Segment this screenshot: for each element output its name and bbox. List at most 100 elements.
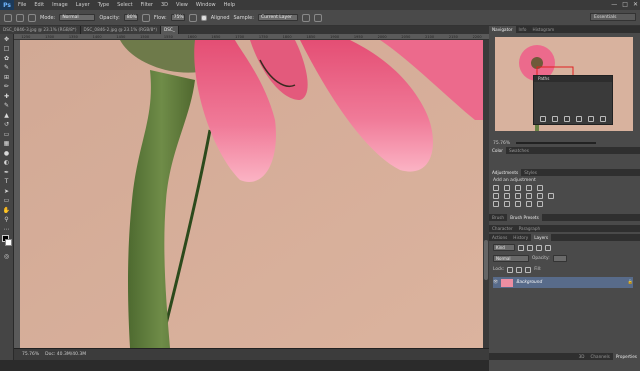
pressure-opacity-icon[interactable]: [141, 13, 150, 22]
blend-mode-select[interactable]: Normal: [493, 255, 529, 262]
doc-tab-1[interactable]: DSC_0846-3.jpg @ 23.1% (RGB/8*): [0, 26, 81, 34]
tab-brush[interactable]: Brush: [489, 214, 507, 221]
quick-select-tool-icon[interactable]: ✎: [3, 64, 11, 72]
tab-paragraph[interactable]: Paragraph: [516, 225, 543, 232]
curves-icon[interactable]: [515, 185, 521, 191]
tab-color[interactable]: Color: [489, 147, 506, 154]
tab-brush-presets[interactable]: Brush Presets: [507, 214, 542, 221]
menu-filter[interactable]: Filter: [137, 2, 157, 8]
posterize-icon[interactable]: [504, 201, 510, 207]
layer-name[interactable]: Background: [516, 280, 542, 285]
hue-saturation-icon[interactable]: [493, 193, 499, 199]
pressure-size-icon[interactable]: [313, 13, 322, 22]
channel-mixer-icon[interactable]: [537, 193, 543, 199]
crop-tool-icon[interactable]: ⊞: [3, 73, 11, 81]
blur-tool-icon[interactable]: ●: [3, 149, 11, 157]
photo-filter-icon[interactable]: [526, 193, 532, 199]
fill-path-icon[interactable]: [540, 116, 546, 122]
zoom-level[interactable]: 75.76%: [22, 352, 39, 357]
levels-icon[interactable]: [504, 185, 510, 191]
menu-window[interactable]: Window: [192, 2, 220, 8]
history-brush-tool-icon[interactable]: ↺: [3, 121, 11, 129]
healing-tool-icon[interactable]: ✚: [3, 92, 11, 100]
make-path-icon[interactable]: [576, 116, 582, 122]
color-lookup-icon[interactable]: [548, 193, 554, 199]
zoom-tool-icon[interactable]: ⚲: [3, 216, 11, 224]
brightness-icon[interactable]: [493, 185, 499, 191]
lasso-tool-icon[interactable]: ✿: [3, 54, 11, 62]
clone-stamp-tool-icon[interactable]: ▲: [3, 111, 11, 119]
move-tool-icon[interactable]: ✥: [3, 35, 11, 43]
dodge-tool-icon[interactable]: ◐: [3, 159, 11, 167]
tab-properties[interactable]: Properties: [612, 353, 640, 360]
background-color[interactable]: [5, 239, 12, 246]
type-tool-icon[interactable]: T: [3, 178, 11, 186]
tab-adjustments[interactable]: Adjustments: [489, 169, 522, 176]
image-canvas[interactable]: [20, 40, 483, 348]
menu-type[interactable]: Type: [94, 2, 113, 8]
doc-tab-2[interactable]: DSC_0846-2.jpg @ 23.1% (RGB/8*): [80, 26, 161, 34]
tab-channels[interactable]: Channels: [587, 353, 612, 360]
gradient-tool-icon[interactable]: ▦: [3, 140, 11, 148]
threshold-icon[interactable]: [515, 201, 521, 207]
zoom-slider[interactable]: [516, 142, 597, 144]
tab-history[interactable]: History: [510, 234, 531, 241]
nav-zoom-value[interactable]: 75.76%: [493, 141, 510, 146]
menu-file[interactable]: File: [14, 2, 30, 8]
lock-pixels-icon[interactable]: [507, 266, 514, 273]
workspace-select[interactable]: Essentials: [590, 13, 636, 21]
airbrush-icon[interactable]: [188, 13, 197, 22]
selective-color-icon[interactable]: [537, 201, 543, 207]
scroll-thumb[interactable]: [484, 240, 488, 280]
layer-background[interactable]: 👁 Background 🔒: [493, 277, 633, 288]
gradient-map-icon[interactable]: [526, 201, 532, 207]
menu-view[interactable]: View: [172, 2, 192, 8]
filter-type-icon[interactable]: [536, 244, 542, 251]
lock-all-icon[interactable]: [525, 266, 532, 273]
load-selection-icon[interactable]: [564, 116, 570, 122]
stroke-path-icon[interactable]: [552, 116, 558, 122]
path-select-tool-icon[interactable]: ➤: [3, 187, 11, 195]
visibility-eye-icon[interactable]: 👁: [493, 280, 498, 285]
ignore-adjustment-icon[interactable]: [301, 13, 310, 22]
close-icon[interactable]: ✕: [633, 1, 638, 8]
maximize-icon[interactable]: □: [622, 1, 628, 8]
new-path-icon[interactable]: [588, 116, 594, 122]
tab-info[interactable]: Info: [516, 26, 530, 33]
tab-histogram[interactable]: Histogram: [529, 26, 557, 33]
eraser-tool-icon[interactable]: ▭: [3, 130, 11, 138]
sample-select[interactable]: Current Layer: [257, 14, 298, 21]
black-white-icon[interactable]: [515, 193, 521, 199]
quick-mask-icon[interactable]: ◎: [3, 252, 11, 260]
shape-tool-icon[interactable]: ▭: [3, 197, 11, 205]
invert-icon[interactable]: [493, 201, 499, 207]
menu-select[interactable]: Select: [113, 2, 136, 8]
marquee-tool-icon[interactable]: □: [3, 45, 11, 53]
clone-source-icon[interactable]: [28, 13, 36, 22]
brush-tool-icon[interactable]: ✎: [3, 102, 11, 110]
exposure-icon[interactable]: [526, 185, 532, 191]
flow-field[interactable]: 75%: [170, 14, 185, 21]
tab-navigator[interactable]: Navigator: [489, 26, 516, 33]
more-tools-icon[interactable]: ⋯: [3, 225, 11, 233]
tab-3d[interactable]: 3D: [576, 353, 588, 360]
tab-swatches[interactable]: Swatches: [506, 147, 532, 154]
pen-tool-icon[interactable]: ✒: [3, 168, 11, 176]
vibrance-icon[interactable]: [537, 185, 543, 191]
delete-path-icon[interactable]: [600, 116, 606, 122]
color-balance-icon[interactable]: [504, 193, 510, 199]
minimize-icon[interactable]: —: [611, 1, 617, 8]
filter-adjust-icon[interactable]: [527, 244, 533, 251]
menu-3d[interactable]: 3D: [157, 2, 172, 8]
tab-styles[interactable]: Styles: [521, 169, 540, 176]
aligned-checkbox[interactable]: [200, 14, 207, 21]
doc-tab-3[interactable]: DSC_: [161, 26, 179, 34]
lock-position-icon[interactable]: [516, 266, 523, 273]
menu-help[interactable]: Help: [220, 2, 239, 8]
brush-preset-icon[interactable]: [16, 13, 24, 22]
tab-layers[interactable]: Layers: [531, 234, 552, 241]
opacity-field[interactable]: 80%: [123, 14, 138, 21]
filter-pixel-icon[interactable]: [518, 244, 524, 251]
tab-character[interactable]: Character: [489, 225, 516, 232]
color-swatches[interactable]: [0, 235, 13, 251]
